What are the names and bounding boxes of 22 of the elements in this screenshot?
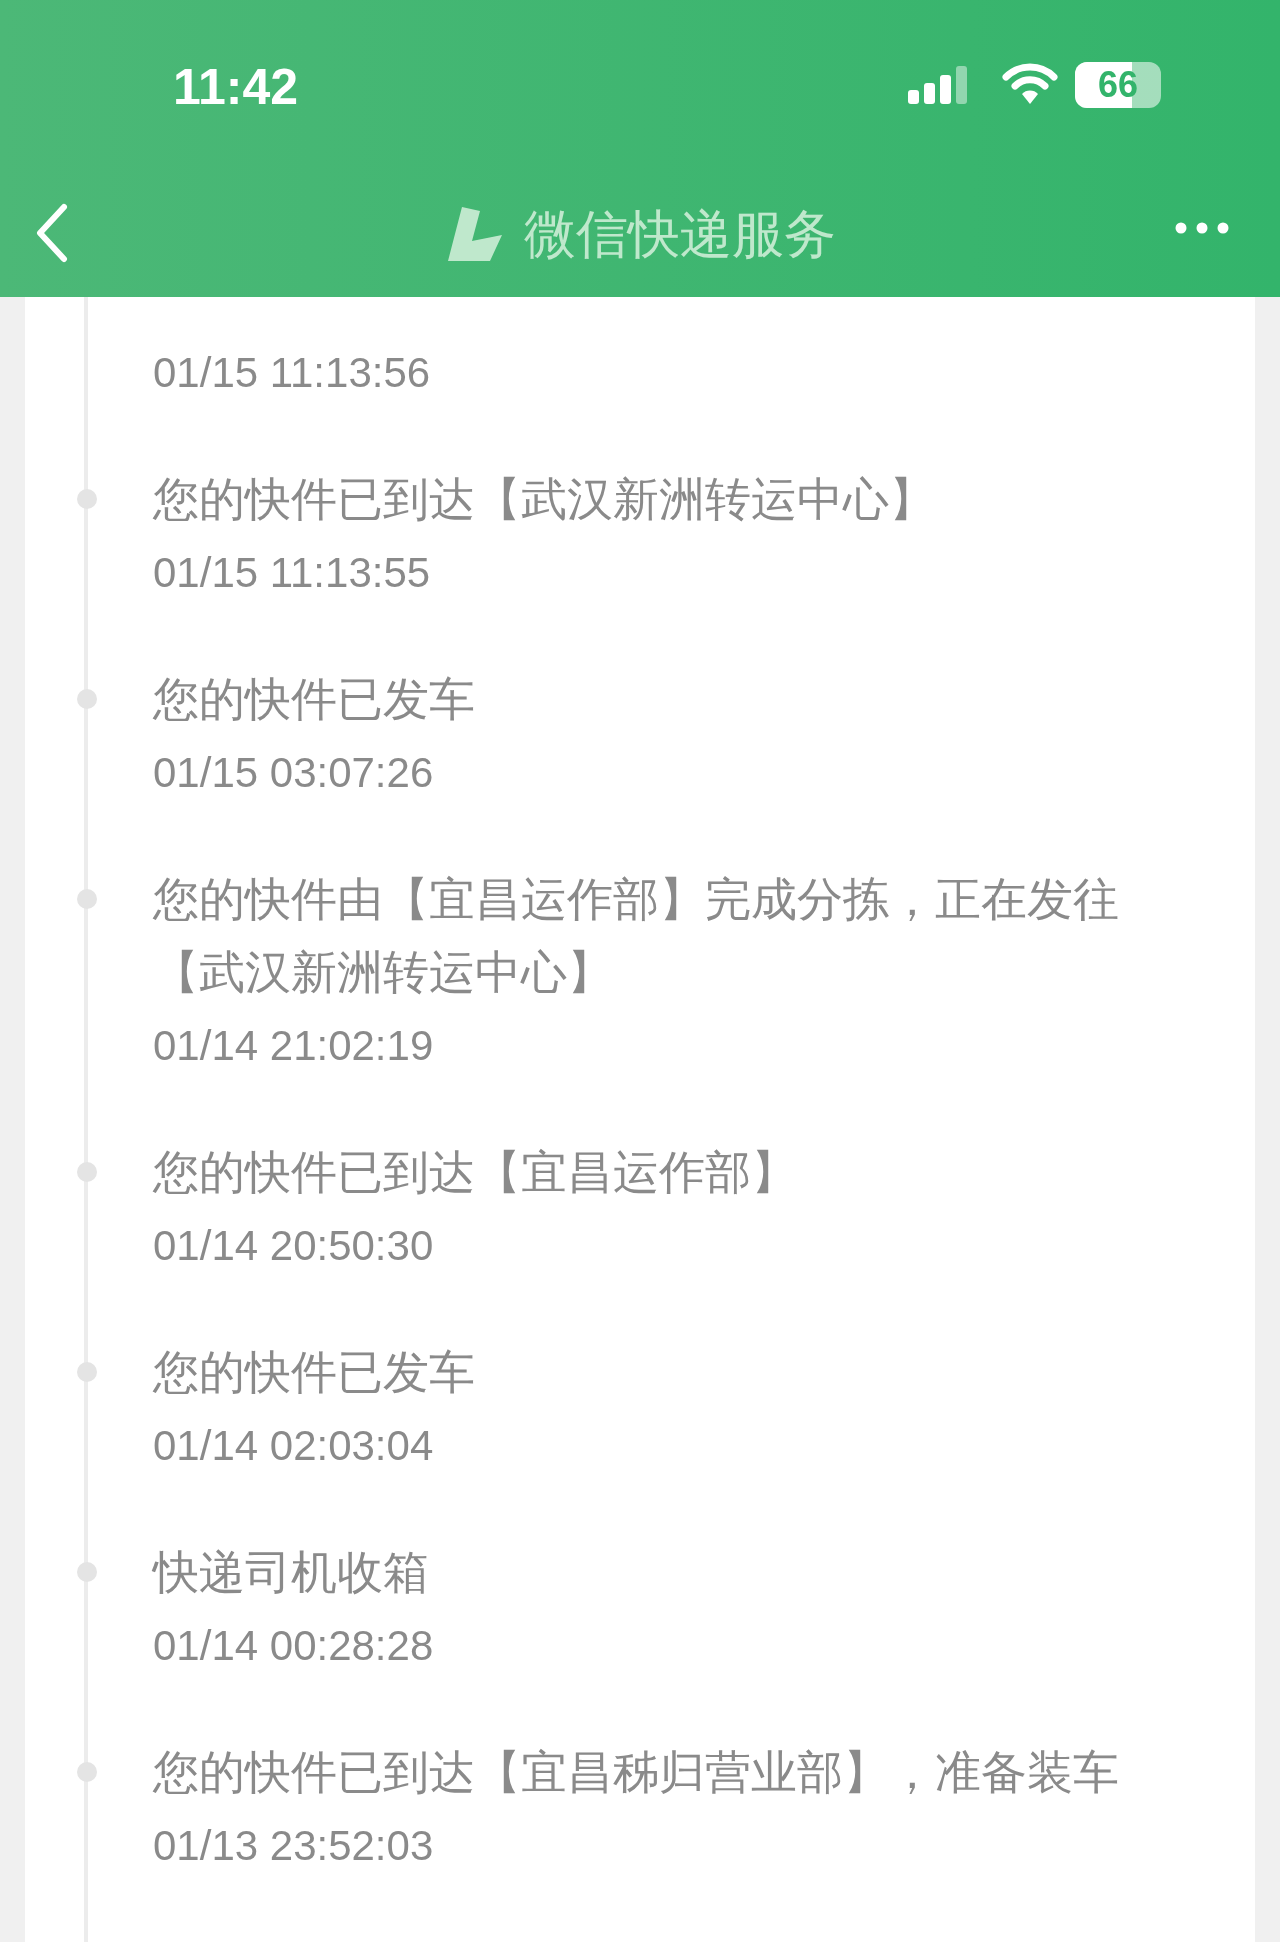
event-text: 快递司机收箱 bbox=[153, 1544, 430, 1601]
event-text: 您的快件已到达【武汉新洲转运中心】 bbox=[153, 471, 936, 528]
battery-indicator: 66 bbox=[1075, 62, 1161, 108]
event-text: 您的快件已发车 bbox=[153, 1344, 476, 1401]
more-icon[interactable] bbox=[1175, 222, 1229, 234]
event-time: 01/14 20:50:30 bbox=[153, 1221, 434, 1271]
event-time: 01/14 21:02:19 bbox=[153, 1021, 434, 1071]
wifi-icon bbox=[1002, 62, 1058, 106]
event-time: 01/13 23:52:03 bbox=[153, 1821, 434, 1871]
signal-icon bbox=[908, 66, 970, 106]
event-text: 您的快件已到达【宜昌秭归营业部】，准备装车 bbox=[153, 1744, 1120, 1801]
event-text: 您的快件由【宜昌运作部】完成分拣，正在发往【武汉新洲转运中心】 bbox=[153, 871, 1120, 1001]
event-time: 01/15 11:13:56 bbox=[153, 348, 431, 398]
status-time: 11:42 bbox=[173, 58, 299, 116]
back-icon[interactable] bbox=[34, 203, 70, 263]
page-title: 微信快递服务 bbox=[524, 203, 836, 266]
event-text: 您的快件已发车 bbox=[153, 671, 476, 728]
event-text: 您的快件已到达【宜昌运作部】 bbox=[153, 1144, 798, 1201]
event-time: 01/15 11:13:55 bbox=[153, 548, 431, 598]
event-time: 01/14 00:28:28 bbox=[153, 1621, 434, 1671]
event-time: 01/14 02:03:04 bbox=[153, 1421, 434, 1471]
event-time: 01/15 03:07:26 bbox=[153, 748, 434, 798]
